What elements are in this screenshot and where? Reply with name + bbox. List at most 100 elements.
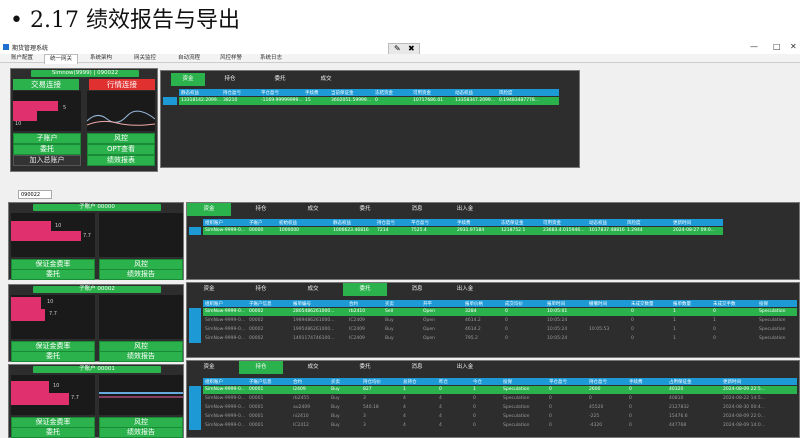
row-indicator-icon bbox=[189, 386, 201, 430]
cell: 15 bbox=[305, 98, 311, 103]
perf-report-button[interactable]: 绩效报表 bbox=[87, 155, 155, 166]
tab-trades[interactable]: 成交 bbox=[291, 203, 335, 216]
tab-gateway-monitor[interactable]: 网关监控 bbox=[126, 54, 164, 63]
sub-account-button[interactable]: 子账户 bbox=[13, 133, 81, 144]
market-connect-button[interactable]: 行情连接 bbox=[89, 79, 155, 90]
col-header: 昨仓 bbox=[439, 380, 448, 385]
trade-connect-button[interactable]: 交易连接 bbox=[13, 79, 79, 90]
orders-table-row[interactable]: SimNow-9999-0... 00002 2805486261000... … bbox=[203, 308, 797, 316]
cell: 2024-08-27 09:0... bbox=[673, 228, 715, 233]
orders-tabs: 资金 持仓 成交 委托 消息 出入金 bbox=[187, 283, 497, 296]
axis-label: 7.7 bbox=[49, 311, 57, 317]
cell: 00002 bbox=[249, 327, 264, 332]
tab-funds[interactable]: 资金 bbox=[171, 73, 205, 86]
tab-trades[interactable]: 成交 bbox=[309, 73, 343, 86]
tab-unified-gateway[interactable]: 统一网关 bbox=[44, 54, 78, 64]
cell: 0 bbox=[629, 396, 632, 401]
positions-table-row[interactable]: SimNow-9999-0... 00001 IC2412 Buy 3 4 4 … bbox=[203, 422, 797, 430]
cell: 1 bbox=[473, 387, 476, 392]
cell: rb2410 bbox=[349, 309, 366, 314]
col-header: 持仓盈亏 bbox=[377, 221, 395, 226]
cell: 0 bbox=[631, 309, 634, 314]
cell: 10:05:24 bbox=[547, 336, 568, 341]
tab-funds[interactable]: 资金 bbox=[187, 203, 231, 216]
sub-account-panel-00000: 子账户 00000 10 7.7 保证金费率 风控 委托 绩效报告 bbox=[8, 202, 184, 280]
add-main-account-button[interactable]: 加入总账户 bbox=[13, 155, 81, 166]
tool-pin-icon[interactable]: ✎ bbox=[394, 44, 401, 53]
entrust-button[interactable]: 委托 bbox=[11, 351, 95, 362]
funds-table-row[interactable]: SimNow-9999-0... 00000 1000000 1006623.4… bbox=[203, 227, 723, 235]
close-window-button[interactable]: ✕ bbox=[790, 42, 797, 51]
orders-table-row[interactable]: SimNow-9999-0... 00002 1491174746100... … bbox=[203, 335, 797, 343]
positions-table-row[interactable]: SimNow-9999-0... 00001 i2409 Buy 827 1 0… bbox=[203, 386, 797, 394]
tool-close-icon[interactable]: ✖ bbox=[408, 44, 415, 53]
tab-system-arch[interactable]: 系统架构 bbox=[82, 54, 120, 63]
cell: Speculation bbox=[759, 336, 786, 341]
orders-table-row[interactable]: SimNow-9999-0... 00002 1989486261000... … bbox=[203, 317, 797, 325]
col-header: 当前保证金 bbox=[331, 91, 354, 96]
tab-messages[interactable]: 消息 bbox=[395, 283, 439, 296]
restore-button[interactable]: □ bbox=[773, 42, 781, 51]
summary-table-row[interactable]: 13318142.2099... 38210 -1169.99999999...… bbox=[179, 97, 559, 105]
tab-positions[interactable]: 持仓 bbox=[213, 73, 247, 86]
sub-bar-chart: 10 7.7 bbox=[11, 375, 95, 415]
tab-auto-flow[interactable]: 自动流程 bbox=[170, 54, 208, 63]
col-header: 初始权益 bbox=[279, 221, 297, 226]
tab-system-log[interactable]: 系统日志 bbox=[252, 54, 290, 63]
opt-view-button[interactable]: OPT查看 bbox=[87, 144, 155, 155]
perf-report-button[interactable]: 绩效报告 bbox=[99, 427, 183, 438]
entrust-button[interactable]: 委托 bbox=[11, 269, 95, 280]
entrust-button[interactable]: 委托 bbox=[11, 427, 95, 438]
positions-table-row[interactable]: SimNow-9999-0... 00001 au2409 Buy 540.18… bbox=[203, 404, 797, 412]
line-chart-svg bbox=[86, 110, 156, 126]
sub-account-label: 子账户 00001 bbox=[33, 366, 161, 373]
positions-table-row[interactable]: SimNow-9999-0... 00001 rb2455 Buy 3 4 4 … bbox=[203, 395, 797, 403]
cell: Open bbox=[423, 309, 436, 314]
cell: Speculation bbox=[759, 309, 786, 314]
tab-risk-alert[interactable]: 风控样警 bbox=[212, 54, 250, 63]
positions-table-row[interactable]: SimNow-9999-0... 00001 ni2410 Buy 3 4 4 … bbox=[203, 413, 797, 421]
tab-funds[interactable]: 资金 bbox=[187, 283, 231, 296]
tab-deposit[interactable]: 出入金 bbox=[443, 283, 487, 296]
tab-orders[interactable]: 委托 bbox=[343, 361, 387, 374]
cell: 0 bbox=[505, 309, 508, 314]
col-header: 更新时间 bbox=[673, 221, 691, 226]
tab-trades[interactable]: 成交 bbox=[291, 361, 335, 374]
tab-deposit[interactable]: 出入金 bbox=[443, 361, 487, 374]
entrust-button[interactable]: 委托 bbox=[13, 144, 81, 155]
cell: 0 bbox=[549, 423, 552, 428]
cell: 4 bbox=[403, 396, 406, 401]
cell: 3 bbox=[363, 414, 366, 419]
tab-deposit[interactable]: 出入金 bbox=[443, 203, 487, 216]
funds-table-header: 组织账户 子账户 初始权益 静态权益 持仓盈亏 平仓盈亏 手续费 冻结保证金 可… bbox=[203, 219, 723, 226]
tab-orders[interactable]: 委托 bbox=[343, 203, 387, 216]
minimize-button[interactable]: — bbox=[750, 42, 758, 51]
cell: 0 bbox=[549, 387, 552, 392]
tab-account-config[interactable]: 账户配置 bbox=[2, 54, 42, 63]
cell: 0 bbox=[631, 327, 634, 332]
cell: 1006623.46816 bbox=[333, 228, 369, 233]
account-input[interactable]: 090022 bbox=[18, 190, 52, 199]
tab-orders[interactable]: 委托 bbox=[263, 73, 297, 86]
tab-trades[interactable]: 成交 bbox=[291, 283, 335, 296]
main-account-panel: Simnow(9999) | 090022 交易连接 行情连接 10 5 子账户… bbox=[10, 68, 158, 172]
risk-button[interactable]: 风控 bbox=[87, 133, 155, 144]
cell: Buy bbox=[331, 414, 340, 419]
perf-report-button[interactable]: 绩效报告 bbox=[99, 269, 183, 280]
orders-table-row[interactable]: SimNow-9999-0... 00002 1995486261000... … bbox=[203, 326, 797, 334]
tab-orders[interactable]: 委托 bbox=[343, 283, 387, 296]
tab-funds[interactable]: 资金 bbox=[187, 361, 231, 374]
cell: SimNow-9999-0... bbox=[205, 309, 246, 314]
cell: 0 bbox=[713, 309, 716, 314]
perf-report-button[interactable]: 绩效报告 bbox=[99, 351, 183, 362]
tab-positions[interactable]: 持仓 bbox=[239, 203, 283, 216]
cell: SimNow-9999-0... bbox=[205, 387, 246, 392]
col-header: 子账户 bbox=[249, 221, 263, 226]
tab-messages[interactable]: 消息 bbox=[395, 203, 439, 216]
tab-positions[interactable]: 持仓 bbox=[239, 361, 283, 374]
main-line-chart bbox=[86, 91, 156, 131]
chart-bar bbox=[11, 393, 69, 405]
tab-positions[interactable]: 持仓 bbox=[239, 283, 283, 296]
cell: 1218752.1 bbox=[501, 228, 526, 233]
tab-messages[interactable]: 消息 bbox=[395, 361, 439, 374]
